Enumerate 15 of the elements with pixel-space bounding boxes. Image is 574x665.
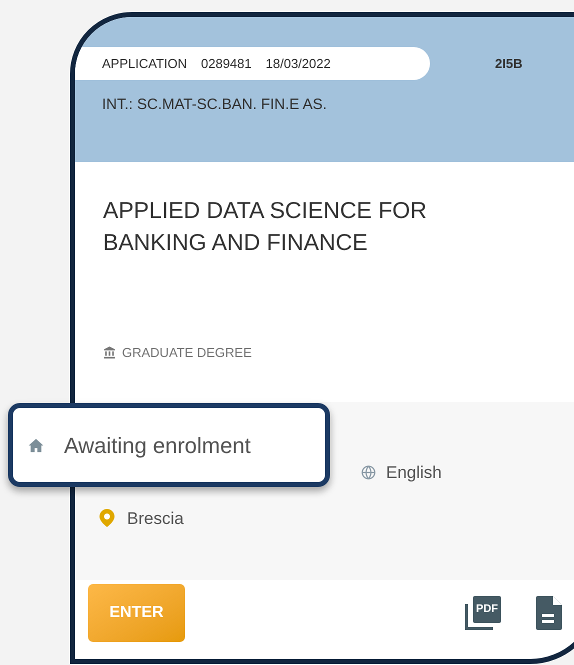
application-date: 18/03/2022 — [266, 54, 331, 73]
application-label: APPLICATION — [102, 54, 188, 73]
course-title: APPLIED DATA SCIENCE FOR BANKING AND FINANCE — [103, 196, 428, 257]
location-text: Brescia — [127, 508, 184, 530]
interest-text: INT.: SC.MAT-SC.BAN. FIN.E AS. — [102, 95, 328, 115]
document-icon[interactable] — [536, 596, 562, 630]
bank-icon — [103, 346, 116, 359]
application-number: 0289481 — [201, 54, 252, 73]
language-text: English — [386, 462, 442, 484]
application-code: 2I5B — [495, 54, 522, 73]
degree-text: GRADUATE DEGREE — [122, 344, 252, 362]
status-text: Awaiting enrolment — [64, 432, 251, 460]
location-pin-icon — [98, 508, 116, 528]
home-icon — [28, 438, 44, 452]
globe-icon — [361, 465, 376, 480]
